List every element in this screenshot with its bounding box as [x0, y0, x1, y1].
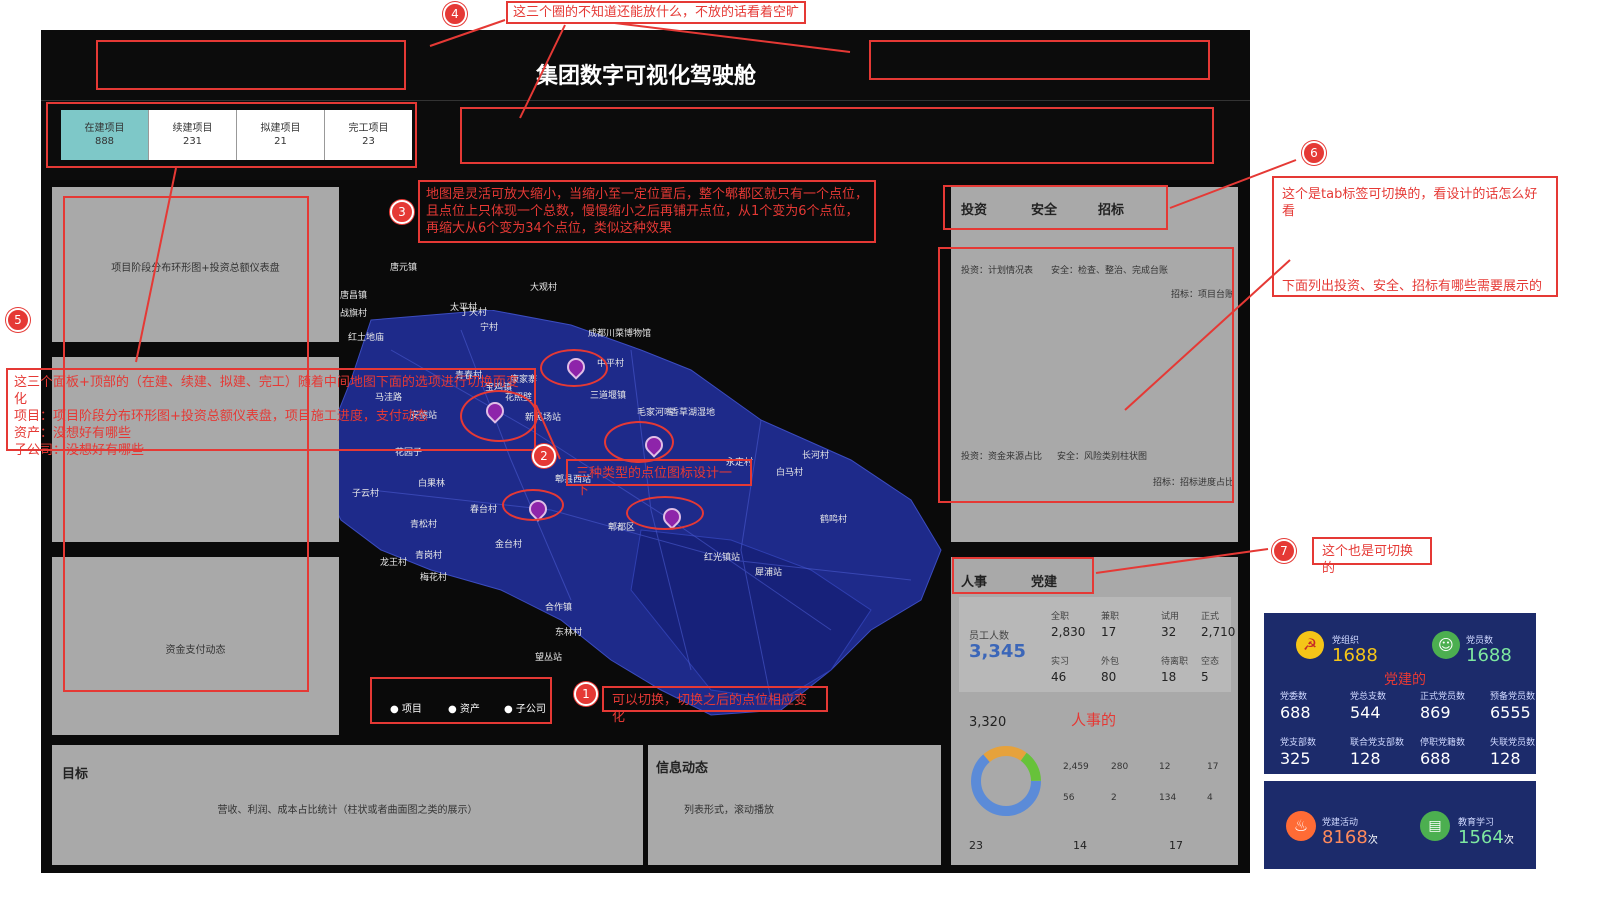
party-row1-value: 6555 — [1490, 703, 1531, 722]
annot-number-6: 6 — [1302, 141, 1326, 165]
fire-icon: ♨ — [1286, 811, 1316, 841]
party-row1-label: 预备党员数 — [1490, 692, 1536, 702]
annot-number-1: 1 — [574, 682, 598, 706]
annot-text-6b: 下面列出投资、安全、招标有哪些需要展示的 — [1282, 279, 1543, 294]
activity-value: 8168次 — [1322, 827, 1378, 848]
party-member-icon: ☺ — [1432, 631, 1460, 659]
party-row1-label: 党委数 — [1280, 692, 1308, 702]
annot-5-line-4: 子公司：没想好有哪些 — [14, 443, 145, 458]
party-member-value: 1688 — [1466, 645, 1512, 666]
party-row2-label: 党支部数 — [1280, 738, 1317, 748]
party-row1-value: 544 — [1350, 703, 1381, 722]
annot-number-7: 7 — [1272, 539, 1296, 563]
study-unit: 次 — [1503, 835, 1514, 846]
annot-text-2: 三种类型的点位图标设计一下 — [566, 459, 752, 498]
party-row2-label: 联合党支部数 — [1350, 738, 1405, 748]
party-card-main: ☭ 党组织 1688 ☺ 党员数 1688 党建的 党委数 688 党总支数 544 正… — [1264, 613, 1536, 774]
activity-number: 8168 — [1322, 827, 1368, 848]
study-number: 1564 — [1458, 827, 1504, 848]
annot-text-1: 可以切换，切换之后的点位相应变化 — [602, 686, 828, 725]
book-icon: ▤ — [1420, 811, 1450, 841]
party-row1-label: 正式党员数 — [1420, 692, 1466, 702]
party-card-activity: ♨ 党建活动 8168次 ▤ 教育学习 1564次 — [1264, 781, 1536, 869]
party-red-label: 党建的 — [1384, 672, 1426, 688]
party-row1-value: 869 — [1420, 703, 1451, 722]
party-row2-value: 688 — [1420, 749, 1451, 768]
party-row2-value: 325 — [1280, 749, 1311, 768]
party-row2-value: 128 — [1350, 749, 1381, 768]
annot-text-6: 这个是tab标签可切换的，看设计的话怎么好看 — [1282, 187, 1538, 219]
annot-box-6: 这个是tab标签可切换的，看设计的话怎么好看 下面列出投资、安全、招标有哪些需要… — [1272, 176, 1558, 297]
annot-number-5: 5 — [6, 308, 30, 332]
party-row2-label: 失联党员数 — [1490, 738, 1536, 748]
party-row2-label: 停职党籍数 — [1420, 738, 1466, 748]
annot-5-line-3: 资产：没想好有哪些 — [14, 426, 132, 441]
party-row1-label: 党总支数 — [1350, 692, 1387, 702]
party-org-value: 1688 — [1332, 645, 1378, 666]
activity-unit: 次 — [1367, 835, 1378, 846]
party-row2-value: 128 — [1490, 749, 1521, 768]
annot-number-2: 2 — [532, 444, 556, 468]
annot-text-7: 这个也是可切换的 — [1312, 537, 1432, 576]
party-row1-value: 688 — [1280, 703, 1311, 722]
annot-5-line-2: 项目：项目阶段分布环形图+投资总额仪表盘，项目施工进度，支付动态 — [14, 409, 428, 424]
annot-number-4: 4 — [443, 2, 467, 26]
annot-text-4: 这三个圈的不知道还能放什么，不放的话看着空旷 — [506, 1, 807, 24]
study-value: 1564次 — [1458, 827, 1514, 848]
annot-5-line-1: 这三个面板+顶部的（在建、续建、拟建、完工）随着中间地图下面的选项进行切换而变化 — [14, 375, 519, 407]
annot-text-5: 这三个面板+顶部的（在建、续建、拟建、完工）随着中间地图下面的选项进行切换而变化… — [6, 368, 536, 458]
party-org-icon: ☭ — [1296, 631, 1324, 659]
annot-number-3: 3 — [390, 200, 414, 224]
annot-text-3: 地图是灵活可放大缩小，当缩小至一定位置后，整个郫都区就只有一个点位，且点位上只体… — [418, 180, 876, 243]
